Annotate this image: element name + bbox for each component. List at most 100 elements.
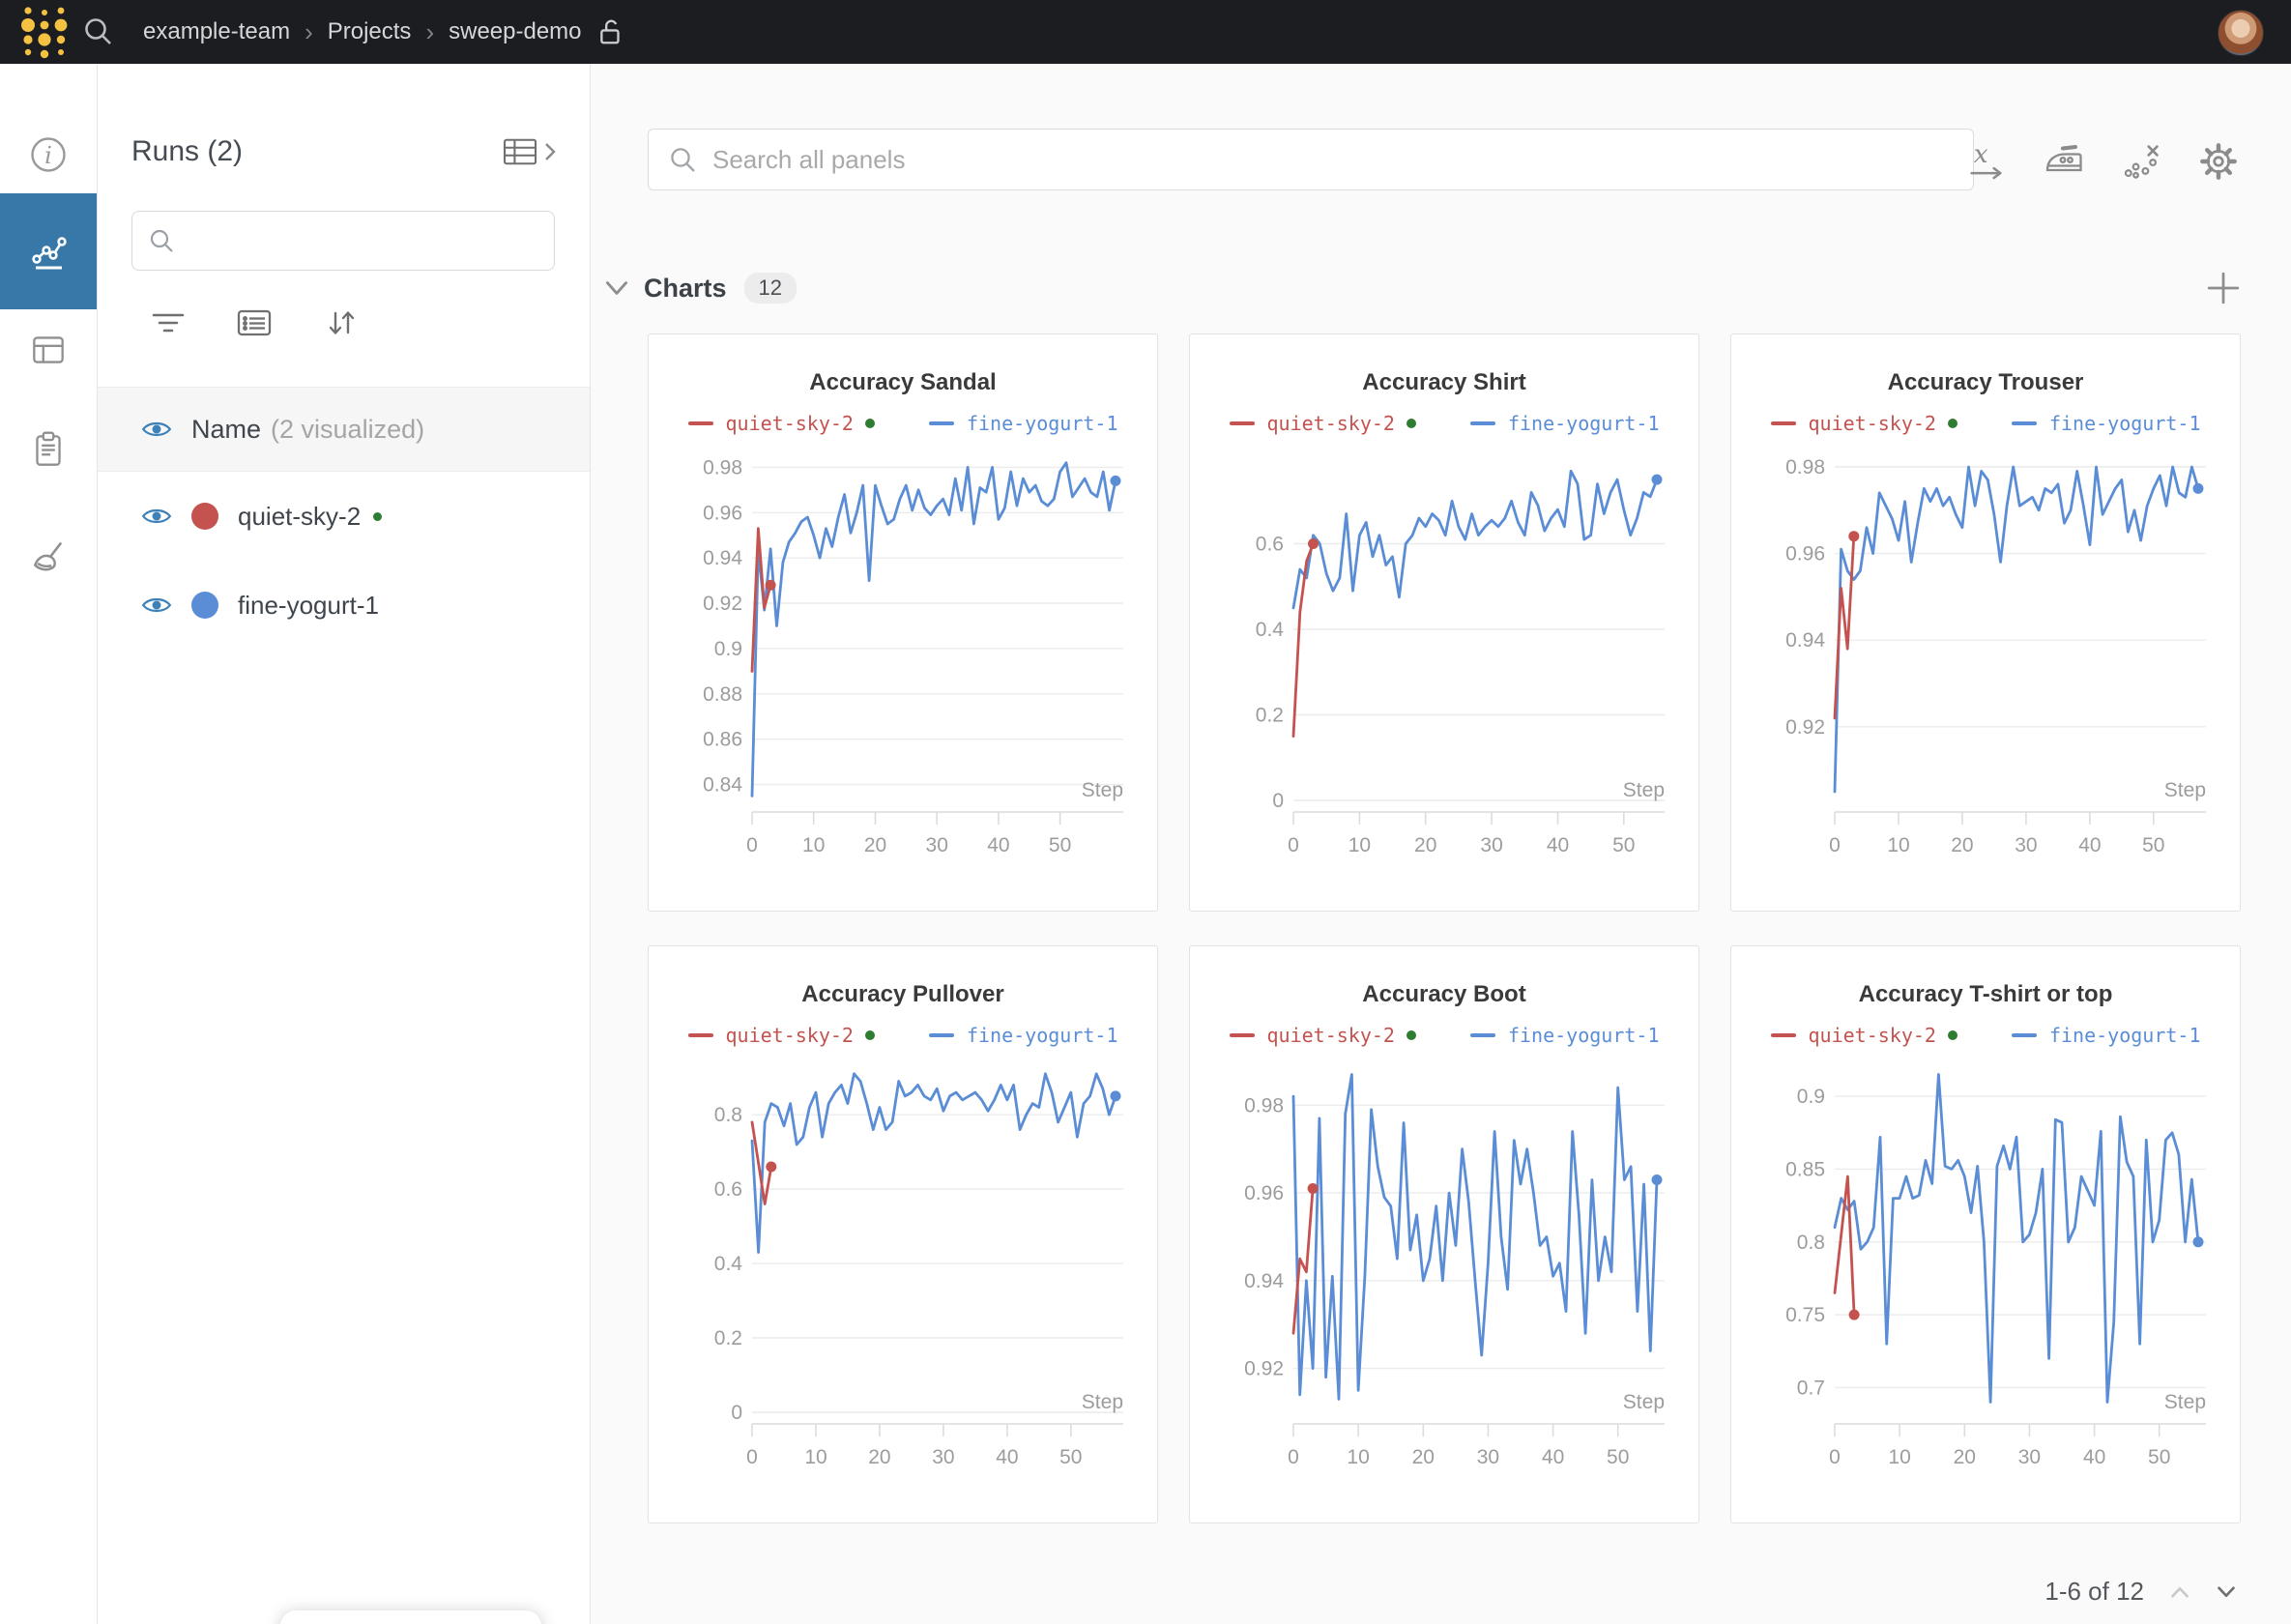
panels-search-input[interactable] — [710, 144, 1954, 176]
rail-item-logs[interactable] — [0, 422, 97, 477]
legend-item[interactable]: fine-yogurt-1 — [2012, 412, 2201, 435]
chart-panel[interactable]: Accuracy T-shirt or topquiet-sky-2fine-y… — [1730, 945, 2241, 1523]
rail-item-overview[interactable]: i — [0, 128, 97, 182]
legend-run-name: fine-yogurt-1 — [1508, 1024, 1660, 1047]
svg-text:20: 20 — [868, 1446, 890, 1468]
x-axis-settings-button[interactable]: x — [1964, 139, 2009, 184]
run-active-dot — [865, 1030, 875, 1040]
run-color-dot — [191, 503, 218, 530]
legend-item[interactable]: quiet-sky-2 — [688, 412, 875, 435]
chart-plot: 0.980.960.940.9201020304050Step — [1750, 441, 2221, 872]
chart-panel[interactable]: Accuracy Trouserquiet-sky-2fine-yogurt-1… — [1730, 334, 2241, 912]
eye-icon[interactable] — [141, 419, 172, 440]
rail-item-workspace-active[interactable] — [0, 193, 97, 309]
svg-text:0.94: 0.94 — [1244, 1270, 1284, 1292]
legend-swatch — [688, 421, 713, 425]
pagination-label: 1-6 of 12 — [2044, 1577, 2144, 1607]
eye-icon[interactable] — [141, 506, 172, 527]
run-name: quiet-sky-2 — [238, 502, 361, 532]
legend-item[interactable]: fine-yogurt-1 — [1470, 1024, 1660, 1047]
panels-search-box[interactable] — [648, 129, 1974, 190]
wandb-dots-logo-glyph — [12, 2, 72, 62]
legend-swatch — [1771, 1033, 1796, 1037]
run-row-quiet-sky-2[interactable]: quiet-sky-2 — [97, 472, 590, 561]
svg-text:0.9: 0.9 — [714, 638, 742, 660]
legend-item[interactable]: fine-yogurt-1 — [929, 1024, 1118, 1047]
rail-item-sweeps[interactable] — [0, 532, 97, 586]
legend-swatch — [2012, 421, 2037, 425]
charts-section-label: Charts — [644, 274, 727, 304]
legend-item[interactable]: quiet-sky-2 — [1230, 1024, 1416, 1047]
global-search-button[interactable] — [81, 14, 116, 49]
svg-text:50: 50 — [1059, 1446, 1082, 1468]
search-icon — [668, 145, 697, 174]
unlock-icon — [598, 17, 624, 46]
legend-item[interactable]: quiet-sky-2 — [688, 1024, 875, 1047]
legend-swatch — [929, 421, 954, 425]
svg-text:0.88: 0.88 — [703, 683, 742, 706]
charts-pagination: 1-6 of 12 — [2044, 1577, 2237, 1607]
chart-legend: quiet-sky-2 fine-yogurt-1 — [1190, 412, 1698, 435]
svg-text:10: 10 — [1888, 1446, 1910, 1468]
svg-text:40: 40 — [2078, 834, 2101, 856]
svg-text:0.7: 0.7 — [1797, 1377, 1825, 1399]
svg-text:50: 50 — [2142, 834, 2164, 856]
svg-text:0.75: 0.75 — [1785, 1304, 1825, 1326]
legend-item[interactable]: quiet-sky-2 — [1771, 1024, 1958, 1047]
outliers-settings-button[interactable] — [2119, 139, 2163, 184]
smoothing-settings-button[interactable] — [2042, 139, 2086, 184]
chart-panel[interactable]: Accuracy Pulloverquiet-sky-2fine-yogurt-… — [648, 945, 1158, 1523]
expand-runs-table-button[interactable] — [503, 136, 557, 167]
chart-panel[interactable]: Accuracy Boot quiet-sky-2 fine-yogurt-1 0.9… — [1189, 945, 1699, 1523]
run-row-fine-yogurt-1[interactable]: fine-yogurt-1 — [97, 561, 590, 650]
workspace-settings-toolbar: x — [1964, 139, 2241, 184]
runs-search-input[interactable] — [185, 226, 538, 256]
legend-item[interactable]: fine-yogurt-1 — [929, 412, 1118, 435]
add-panel-plus-icon — [2206, 271, 2241, 305]
svg-text:50: 50 — [1612, 834, 1635, 856]
svg-text:Step: Step — [1623, 1391, 1665, 1413]
wandb-dots-logo[interactable] — [10, 0, 73, 64]
breadcrumb-team[interactable]: example-team — [143, 18, 290, 45]
svg-text:30: 30 — [932, 1446, 954, 1468]
breadcrumb-projects[interactable]: Projects — [328, 18, 412, 45]
chart-legend: quiet-sky-2 fine-yogurt-1 — [649, 1024, 1157, 1047]
sort-icon[interactable] — [323, 305, 360, 340]
cutoff-floating-panel — [280, 1610, 541, 1624]
svg-text:0: 0 — [1829, 834, 1841, 856]
breadcrumb-separator: › — [304, 17, 313, 47]
svg-text:Step: Step — [1623, 779, 1665, 801]
svg-text:0: 0 — [1829, 1446, 1841, 1468]
runs-header-row[interactable]: Name (2 visualized) — [97, 388, 590, 472]
workspace-settings-button[interactable] — [2196, 139, 2241, 184]
table-icon — [27, 329, 70, 371]
filter-icon[interactable] — [151, 307, 186, 338]
charts-section-header[interactable]: Charts 12 — [605, 273, 797, 304]
runs-search-box[interactable] — [131, 211, 555, 271]
pagination-prev-button[interactable] — [2169, 1585, 2190, 1599]
line-chart-icon — [26, 229, 71, 274]
clipboard-icon — [27, 428, 70, 471]
user-avatar[interactable] — [2218, 10, 2264, 56]
svg-text:0.98: 0.98 — [1785, 456, 1825, 478]
chart-panel[interactable]: Accuracy Sandalquiet-sky-2fine-yogurt-10… — [648, 334, 1158, 912]
chart-panel[interactable]: Accuracy Shirtquiet-sky-2fine-yogurt-10.… — [1189, 334, 1699, 912]
breadcrumb-project-name[interactable]: sweep-demo — [449, 18, 581, 45]
svg-text:0.8: 0.8 — [714, 1104, 742, 1126]
legend-run-name: fine-yogurt-1 — [2049, 1024, 2201, 1047]
legend-item[interactable]: fine-yogurt-1 — [2012, 1024, 2201, 1047]
chart-title: Accuracy Boot — [1190, 981, 1698, 1008]
search-icon — [81, 14, 116, 49]
add-panel-button[interactable] — [2206, 271, 2241, 310]
rail-item-table[interactable] — [0, 323, 97, 377]
eye-icon[interactable] — [141, 594, 172, 616]
pagination-next-button[interactable] — [2216, 1585, 2237, 1599]
run-active-dot — [1948, 419, 1958, 428]
chart-legend: quiet-sky-2 fine-yogurt-1 — [1190, 1024, 1698, 1047]
legend-item[interactable]: quiet-sky-2 — [1771, 412, 1958, 435]
legend-item[interactable]: fine-yogurt-1 — [1470, 412, 1660, 435]
legend-item[interactable]: quiet-sky-2 — [1230, 412, 1416, 435]
list-icon[interactable] — [236, 306, 273, 339]
svg-text:0.92: 0.92 — [703, 593, 742, 615]
svg-text:40: 40 — [2083, 1446, 2105, 1468]
